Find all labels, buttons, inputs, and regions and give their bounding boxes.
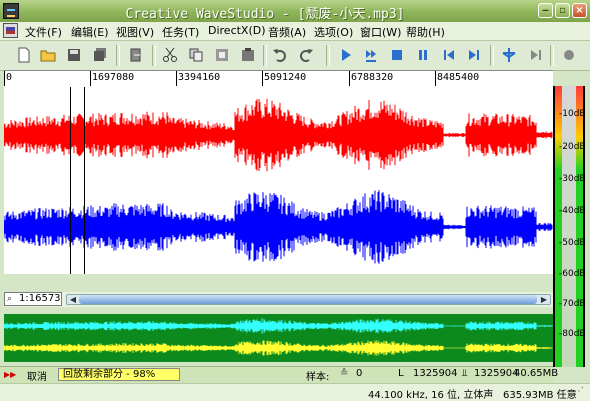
menu-tasks[interactable]: 任务(T) xyxy=(162,24,199,40)
skip-forward-icon[interactable] xyxy=(466,47,482,63)
menu-file[interactable]: 文件(F) xyxy=(25,24,62,40)
menu-options[interactable]: 选项(O) xyxy=(314,24,353,40)
progress-text: 回放剩余部分 - 98% xyxy=(63,369,156,380)
meter-label: -70dB xyxy=(559,299,586,309)
meter-label: -30dB xyxy=(559,174,586,184)
position-scroll-strip: ⌕ 1:16573 ◀ ▶ xyxy=(4,292,553,307)
meter-label: -10dB xyxy=(559,109,586,119)
ruler-label: 8485400 xyxy=(437,72,480,83)
meter-label: -80dB xyxy=(559,329,586,339)
cancel-button[interactable]: 取消 xyxy=(27,368,47,383)
new-icon[interactable] xyxy=(16,47,32,63)
title-bar[interactable]: Creative WaveStudio - [颓废-小天.mp3] ‒ ▫ × xyxy=(0,0,590,22)
selection-end-icon: ⫫ xyxy=(462,368,468,379)
position-readout[interactable]: ⌕ 1:16573 xyxy=(4,292,62,306)
paste-icon[interactable] xyxy=(214,47,230,63)
menu-edit[interactable]: 编辑(E) xyxy=(71,24,109,40)
mix-paste-icon[interactable] xyxy=(240,47,256,63)
redo-icon[interactable] xyxy=(298,47,314,63)
menu-directx[interactable]: DirectX(D) xyxy=(208,24,266,37)
save-icon[interactable] xyxy=(66,47,82,63)
time-ruler[interactable]: 0 1697080 3394160 5091240 6788320 848540… xyxy=(4,70,553,88)
stop-icon[interactable] xyxy=(389,47,405,63)
level-meter: -10dB -20dB -30dB -40dB -50dB -60dB -70d… xyxy=(553,86,586,367)
waveform-canvas[interactable] xyxy=(4,87,553,274)
sample-label: 样本: xyxy=(306,372,330,383)
app-window: Creative WaveStudio - [颓废-小天.mp3] ‒ ▫ × … xyxy=(0,0,590,401)
scroll-right-icon[interactable]: ▶ xyxy=(539,295,549,304)
marker-icon[interactable] xyxy=(501,47,517,63)
menu-audio[interactable]: 音频(A) xyxy=(268,24,306,40)
file-size-value: 40.65MB xyxy=(514,368,559,379)
selection-start-icon: L xyxy=(398,368,404,379)
waveform-view[interactable] xyxy=(4,87,553,274)
selection-start-line[interactable] xyxy=(70,87,71,274)
resize-grip-icon[interactable]: ⋰ xyxy=(574,386,584,397)
menu-bar: 文件(F) 编辑(E) 视图(V) 任务(T) DirectX(D) 音频(A)… xyxy=(0,22,590,41)
play-icon[interactable] xyxy=(338,47,354,63)
document-icon[interactable] xyxy=(3,23,18,38)
meter-label: -60dB xyxy=(559,269,586,279)
left-level-bar xyxy=(555,86,562,367)
horizontal-scrollbar[interactable]: ◀ ▶ xyxy=(66,294,551,305)
playback-cursor[interactable] xyxy=(84,87,85,274)
overview-canvas[interactable] xyxy=(4,314,553,362)
scroll-thumb[interactable] xyxy=(79,295,537,304)
overview-left-channel xyxy=(4,318,553,334)
close-icon[interactable]: × xyxy=(572,3,587,18)
zoom-icon[interactable]: ⌕ xyxy=(7,293,12,305)
next-icon[interactable] xyxy=(527,47,543,63)
play-loop-icon[interactable] xyxy=(363,47,379,63)
scroll-left-icon[interactable]: ◀ xyxy=(68,295,78,304)
pause-icon[interactable] xyxy=(415,47,431,63)
meter-label: -40dB xyxy=(559,206,586,216)
ruler-label: 1697080 xyxy=(92,72,135,83)
minimize-icon[interactable]: ‒ xyxy=(538,3,553,18)
left-channel-waveform xyxy=(4,98,553,172)
selection-end-value: 1325904 xyxy=(474,368,519,379)
free-space: 635.93MB 任意 xyxy=(503,390,577,401)
menu-view[interactable]: 视图(V) xyxy=(116,24,154,40)
format-bar: 44.100 kHz, 16 位, 立体声 635.93MB 任意 ⋰ xyxy=(0,383,590,401)
overview-right-channel xyxy=(4,340,553,356)
sample-icon: ≙ xyxy=(340,368,349,379)
ruler-label: 0 xyxy=(6,72,13,83)
waveform-overview[interactable] xyxy=(4,314,553,362)
ruler-label: 5091240 xyxy=(264,72,307,83)
cancel-arrow-icon[interactable]: ▶▶ xyxy=(4,370,16,379)
playback-progress: 回放剩余部分 - 98% xyxy=(58,368,180,381)
record-icon[interactable] xyxy=(561,47,577,63)
audio-format: 44.100 kHz, 16 位, 立体声 xyxy=(368,390,494,401)
right-level-bar xyxy=(576,86,583,367)
copy-icon[interactable] xyxy=(188,47,204,63)
meter-label: -50dB xyxy=(559,238,586,248)
undo-icon[interactable] xyxy=(272,47,288,63)
menu-help[interactable]: 帮助(H) xyxy=(406,24,445,40)
window-title: Creative WaveStudio - [颓废-小天.mp3] xyxy=(125,7,405,22)
right-channel-waveform xyxy=(4,190,553,264)
sample-value: 0 xyxy=(356,368,363,379)
status-bar: ▶▶ 取消 回放剩余部分 - 98% 样本: ≙ 0 L 1325904 ⫫ 1… xyxy=(0,366,558,383)
save-all-icon[interactable] xyxy=(92,47,108,63)
cut-icon[interactable] xyxy=(162,47,178,63)
copy-clip-icon[interactable] xyxy=(128,47,144,63)
selection-start-value: 1325904 xyxy=(413,368,458,379)
skip-back-icon[interactable] xyxy=(441,47,457,63)
menu-window[interactable]: 窗口(W) xyxy=(360,24,401,40)
position-value: 1:16573 xyxy=(19,293,61,304)
maximize-icon[interactable]: ▫ xyxy=(555,3,570,18)
meter-label: -20dB xyxy=(559,142,586,152)
ruler-label: 6788320 xyxy=(351,72,394,83)
open-icon[interactable] xyxy=(40,47,56,63)
toolbar xyxy=(0,41,590,71)
ruler-label: 3394160 xyxy=(178,72,221,83)
